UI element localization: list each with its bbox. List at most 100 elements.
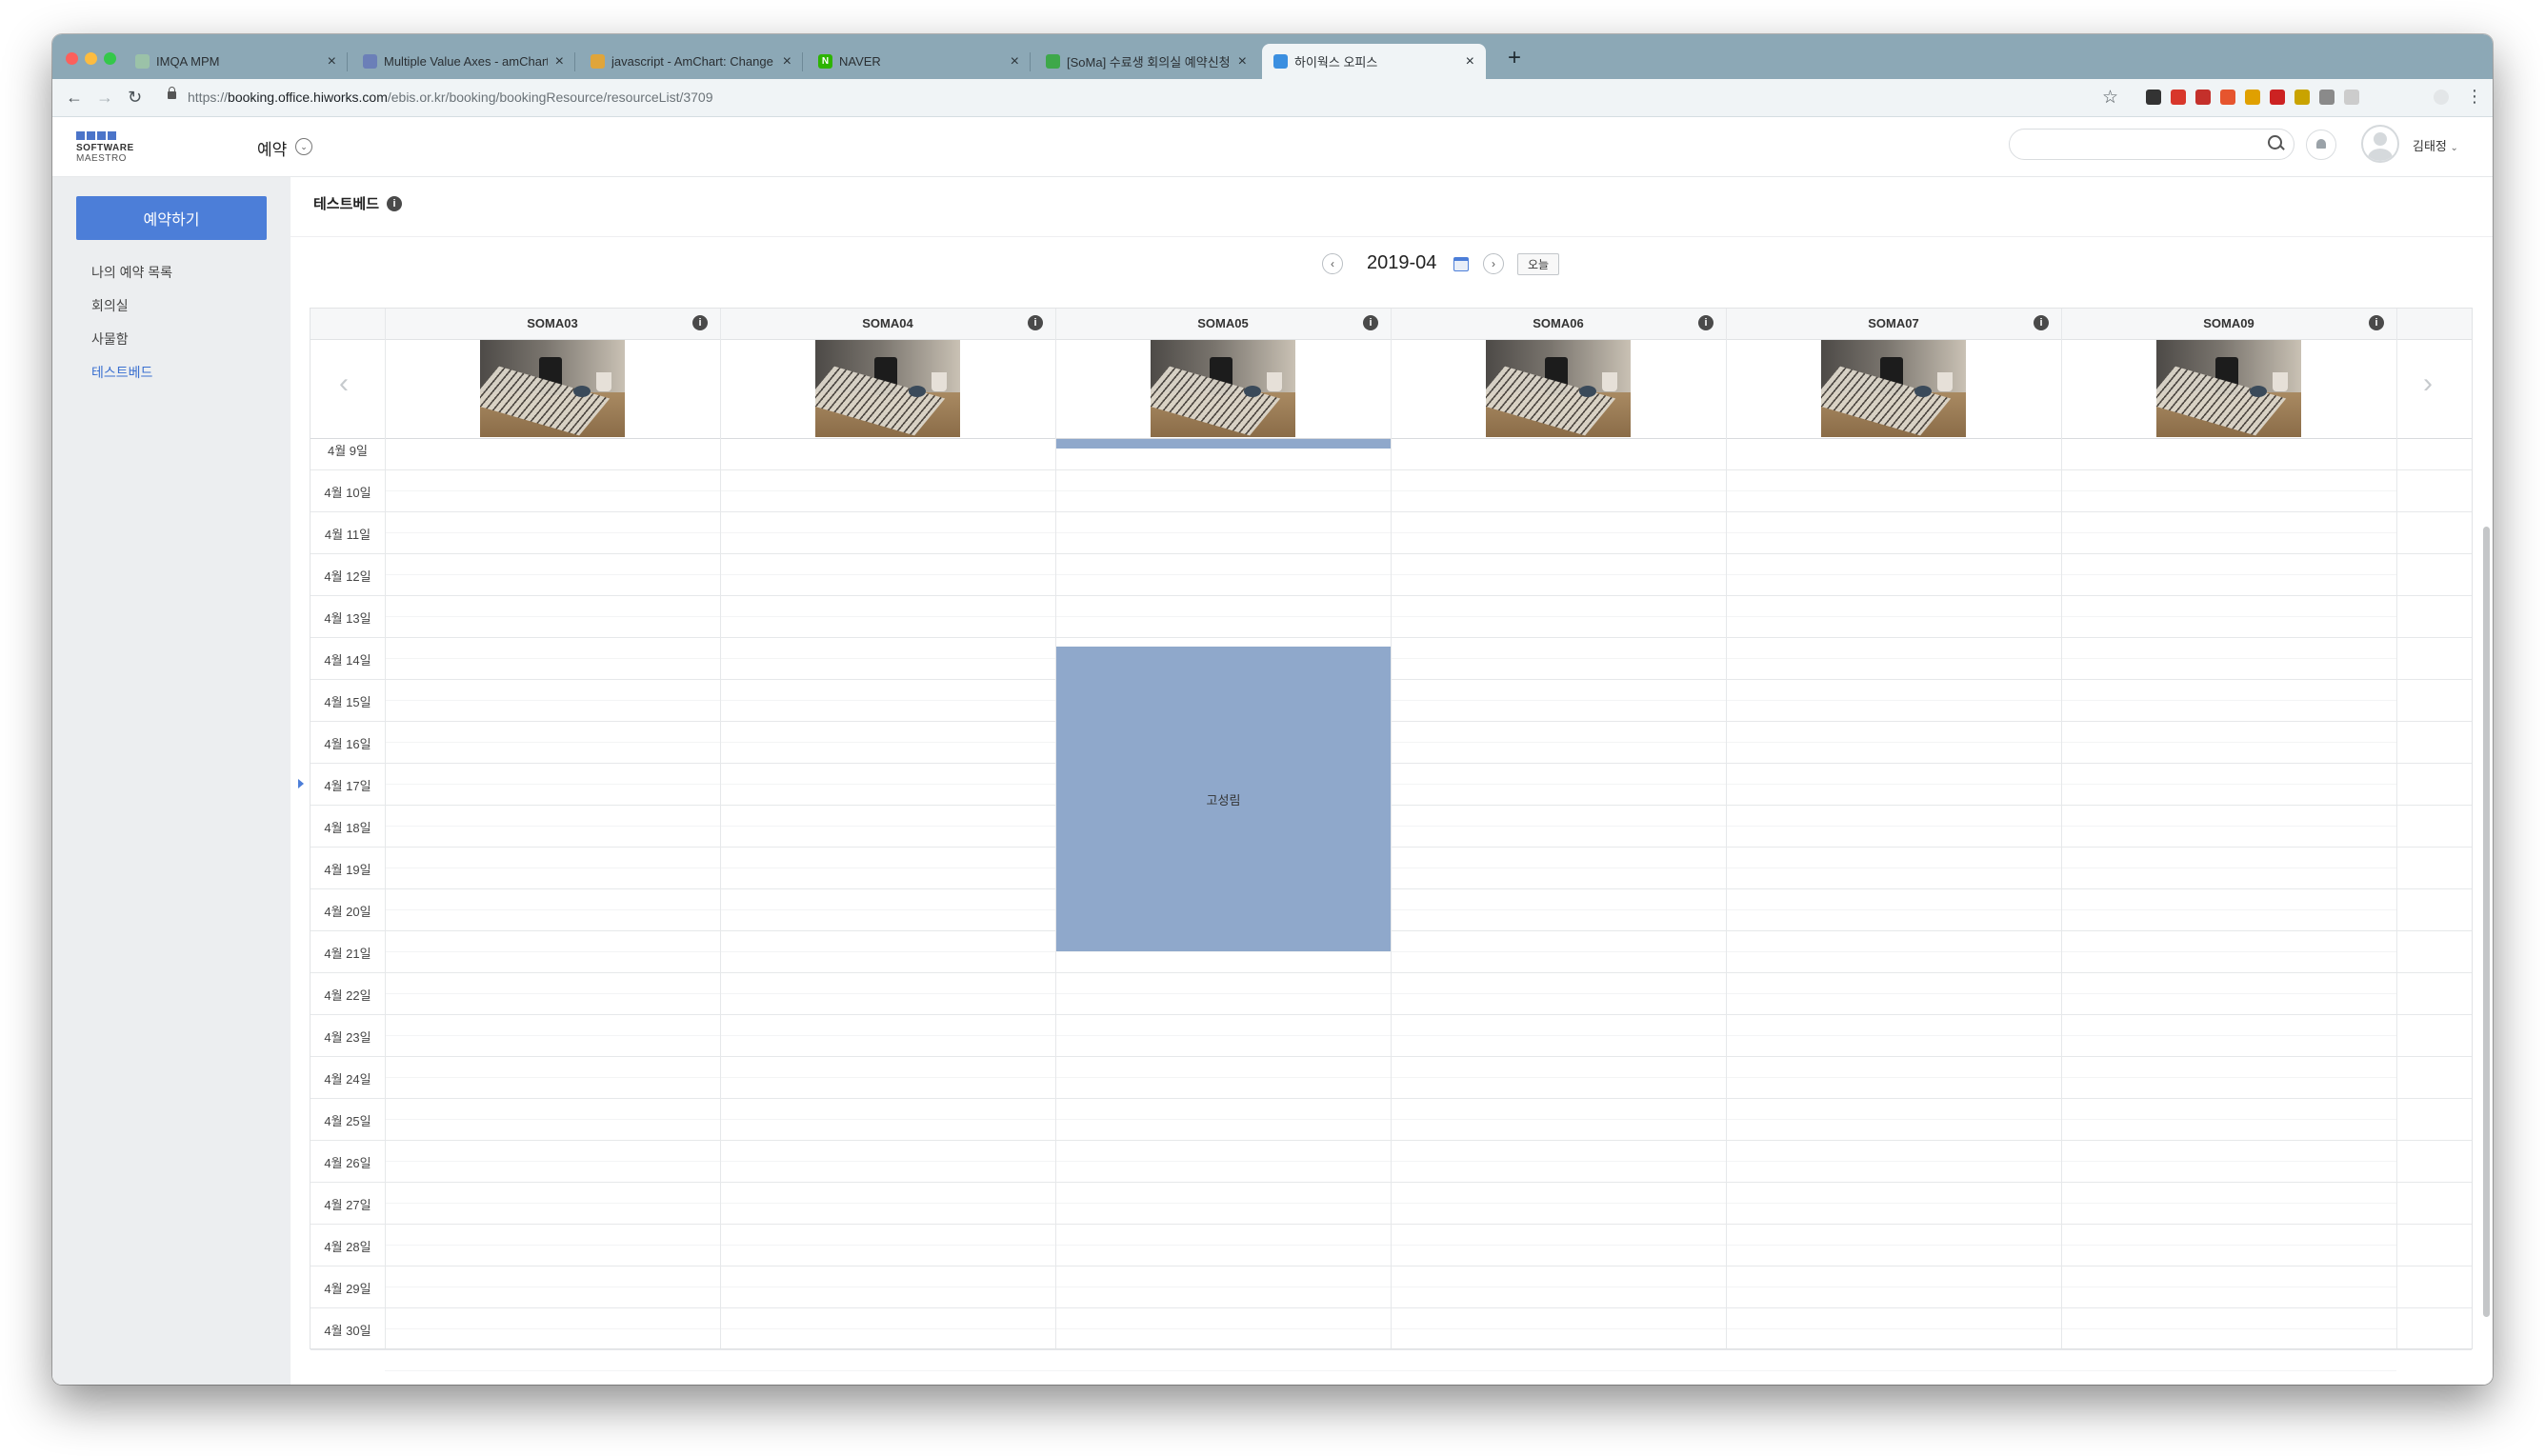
sidebar-item[interactable]: 사물함 [91,329,129,349]
day-label: 4월 14일 [324,653,371,668]
info-icon[interactable]: i [2369,315,2384,330]
tab-close-icon[interactable]: × [555,53,564,70]
day-label: 4월 28일 [324,1240,371,1254]
resource-image[interactable] [1821,340,1966,437]
resource-image[interactable] [480,340,625,437]
tab-favicon-icon: N [818,54,832,69]
info-icon[interactable]: i [1363,315,1378,330]
browser-extension-icon[interactable] [2245,90,2260,105]
info-icon[interactable]: i [1698,315,1713,330]
sidebar-item[interactable]: 테스트베드 [91,363,152,382]
minimize-window-button[interactable] [85,52,97,65]
booking-block[interactable] [1056,439,1391,449]
browser-extension-icon[interactable] [2295,90,2310,105]
day-label: 4월 13일 [324,611,371,626]
resource-image[interactable] [1486,340,1631,437]
chevron-left-icon[interactable]: ‹ [339,369,349,398]
back-arrow-icon[interactable]: ← [66,88,83,107]
software-maestro-logo[interactable]: SOFTWARE MAESTRO [76,131,134,164]
avatar[interactable] [2361,125,2399,163]
user-name-menu[interactable]: 김태정 ⌄ [2413,136,2458,154]
tab-title: [SoMa] 수료생 회의실 예약신청 방 [1067,55,1231,70]
browser-tab[interactable]: javascript - AmChart: Change × [579,44,803,79]
resource-image[interactable] [1151,340,1295,437]
current-day-marker-icon [298,779,304,788]
tab-close-icon[interactable]: × [1011,53,1019,70]
browser-extension-icon[interactable] [2195,90,2211,105]
chevron-right-icon[interactable]: › [2423,369,2433,398]
forward-arrow-icon[interactable]: → [96,88,113,107]
chevron-down-icon[interactable]: ⌄ [295,138,312,155]
booking-block[interactable]: 고성림 [1056,647,1391,951]
new-tab-plus-icon[interactable]: + [1508,47,1521,70]
day-label: 4월 11일 [324,528,371,542]
tab-separator [347,52,348,71]
tab-separator [802,52,803,71]
browser-tab[interactable]: N NAVER × [807,44,1031,79]
bookmark-star-icon[interactable]: ☆ [2102,87,2118,109]
browser-tab[interactable]: Multiple Value Axes - amChart × [351,44,575,79]
resource-image[interactable] [2156,340,2301,437]
tab-separator [1030,52,1031,71]
browser-tab[interactable]: IMQA MPM × [124,44,348,79]
tab-title: IMQA MPM [156,54,220,69]
tab-favicon-icon [1046,54,1060,69]
browser-extension-icon[interactable] [2270,90,2285,105]
day-label: 4월 16일 [324,737,371,751]
browser-extension-icon[interactable] [2171,90,2186,105]
browser-extension-icon[interactable] [2344,90,2359,105]
next-month-button[interactable]: › [1483,253,1504,274]
address-toolbar: ← → ↻ https://booking.office.hiworks.com… [52,79,2493,117]
browser-tab[interactable]: 하이웍스 오피스 × [1262,44,1486,79]
resource-name: SOMA06 [1533,316,1584,330]
reserve-button[interactable]: 예약하기 [76,196,267,240]
notification-bell-icon[interactable] [2306,130,2336,160]
browser-menu-icon[interactable]: ⋮ [2466,87,2483,107]
sidebar-item[interactable]: 나의 예약 목록 [91,263,172,282]
page-title: 테스트베드 [313,196,380,212]
prev-month-button[interactable]: ‹ [1322,253,1343,274]
search-icon[interactable] [2268,135,2282,150]
day-label: 4월 12일 [324,569,371,584]
day-label: 4월 23일 [324,1030,371,1045]
today-button[interactable]: 오늘 [1517,253,1559,275]
tab-separator [574,52,575,71]
reload-icon[interactable]: ↻ [128,88,142,107]
profile-icon[interactable] [2434,90,2449,105]
resource-name: SOMA07 [1868,316,1919,330]
info-icon[interactable]: i [2034,315,2049,330]
info-icon[interactable]: i [692,315,708,330]
month-navigator: ‹ 2019-04 › 오늘 [291,249,2493,277]
info-icon[interactable]: i [387,196,402,211]
tab-close-icon[interactable]: × [328,53,336,70]
chevron-down-icon: ⌄ [2450,143,2458,153]
info-icon[interactable]: i [1028,315,1043,330]
resource-name: SOMA05 [1197,316,1249,330]
resource-name: SOMA09 [2203,316,2254,330]
calendar-icon[interactable] [1453,257,1469,271]
tab-favicon-icon [363,54,377,69]
close-window-button[interactable] [66,52,78,65]
day-label: 4월 25일 [324,1114,371,1128]
day-label: 4월 20일 [324,905,371,919]
booking-label: 고성림 [1206,792,1241,808]
resource-name: SOMA03 [527,316,578,330]
browser-extension-icon[interactable] [2146,90,2161,105]
day-label: 4월 15일 [324,695,371,709]
divider [291,236,2493,237]
browser-tab[interactable]: [SoMa] 수료생 회의실 예약신청 방 × [1034,44,1258,79]
app-menu-title[interactable]: 예약 [257,136,287,160]
browser-extension-icon[interactable] [2319,90,2335,105]
tab-strip: IMQA MPM × Multiple Value Axes - amChart × j… [52,34,2493,79]
browser-extension-icon[interactable] [2220,90,2235,105]
url-field[interactable]: https://booking.office.hiworks.com/ebis.… [188,90,713,105]
zoom-window-button[interactable] [104,52,116,65]
search-input[interactable] [2009,129,2295,160]
tab-close-icon[interactable]: × [1238,53,1247,70]
tab-close-icon[interactable]: × [1466,53,1474,70]
tab-close-icon[interactable]: × [783,53,792,70]
page-scrollbar[interactable] [2483,527,2490,1317]
resource-image[interactable] [815,340,960,437]
sidebar-item[interactable]: 회의실 [91,296,129,315]
schedule-grid: SOMA03 i SOMA04 i SOMA05 i SOMA06 i SOMA07 i SOMA0… [298,308,2473,1371]
